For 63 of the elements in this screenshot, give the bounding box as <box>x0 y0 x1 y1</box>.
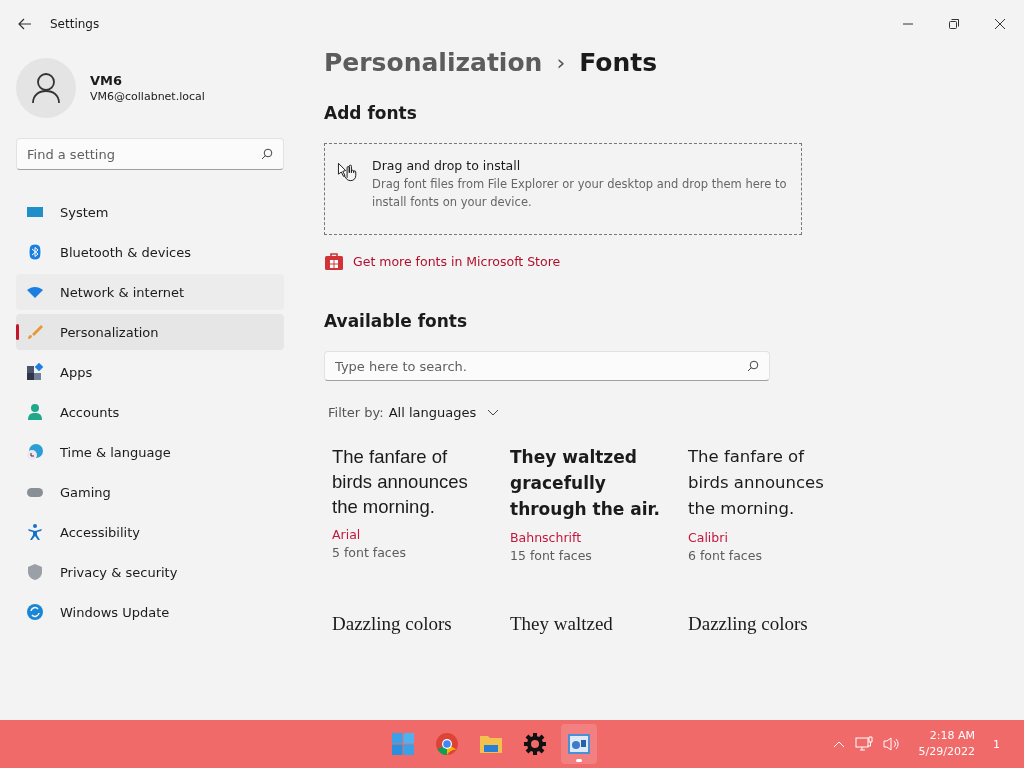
font-preview: They waltzed <box>510 612 614 636</box>
font-face-count: 15 font faces <box>510 548 593 563</box>
volume-icon[interactable] <box>882 736 901 752</box>
font-name[interactable]: Calibri <box>688 530 858 545</box>
nav-item[interactable]: Windows Update <box>16 594 284 630</box>
store-bag-icon <box>324 251 344 271</box>
nav-item[interactable]: Personalization <box>16 314 284 350</box>
nav-item[interactable]: System <box>16 194 284 230</box>
apps-icon <box>26 363 44 381</box>
search-box[interactable]: Find a setting <box>16 138 284 170</box>
font-preview: They waltzed gracefully through the air. <box>510 446 660 521</box>
font-preview: Dazzling colors <box>688 612 809 636</box>
user-name: VM6 <box>90 73 124 88</box>
breadcrumb-link[interactable]: Personalization <box>324 48 543 77</box>
nav-item[interactable]: Privacy & security <box>16 554 284 590</box>
taskbar-app[interactable] <box>561 724 598 764</box>
maximize-icon[interactable] <box>948 18 960 30</box>
shield-icon <box>26 563 44 581</box>
gear-icon <box>523 732 548 756</box>
search-icon <box>747 360 759 372</box>
person-icon <box>26 403 44 421</box>
drop-description: Drag font files from File Explorer or your desktop and drop them here to install fonts on your device. <box>372 176 788 211</box>
user-email: VM6@collabnet.local <box>90 90 205 103</box>
globe-icon <box>26 443 44 461</box>
running-indicator <box>576 759 583 762</box>
browser-icon <box>435 732 460 756</box>
drop-title: Drag and drop to install <box>372 158 522 173</box>
font-name[interactable]: Arial <box>332 527 502 542</box>
search-field[interactable]: Find a setting <box>27 139 261 169</box>
search-icon <box>261 148 273 160</box>
nav-item[interactable]: Gaming <box>16 474 284 510</box>
nav-item[interactable]: Network & internet <box>16 274 284 310</box>
drop-zone[interactable]: Drag and drop to install Drag font files from File Explorer or your desktop and drop them here to install fonts on your device. <box>324 143 802 235</box>
nav-item[interactable]: Accounts <box>16 394 284 430</box>
font-preview: The fanfare of birds announces the morning. <box>688 446 825 520</box>
filter-label: Filter by: <box>328 405 384 420</box>
breadcrumb-separator: › <box>556 50 566 75</box>
window-title: Settings <box>50 17 100 31</box>
font-preview: Dazzling colors <box>332 612 453 636</box>
font-name[interactable]: Bahnschrift <box>510 530 680 545</box>
close-icon[interactable] <box>994 18 1006 30</box>
nav-item[interactable]: Bluetooth & devices <box>16 234 284 270</box>
accessibility-icon <box>26 523 44 541</box>
page-title: Fonts <box>579 48 658 77</box>
language-filter-dropdown[interactable]: All languages <box>388 405 477 420</box>
presentation-icon <box>567 732 592 756</box>
section-heading: Add fonts <box>324 103 418 123</box>
nav-item[interactable]: Time & language <box>16 434 284 470</box>
chevron-down-icon <box>487 408 500 417</box>
font-preview: The fanfare of birds announces the morning. <box>332 445 469 519</box>
nav-item[interactable]: Accessibility <box>16 514 284 550</box>
font-face-count: 5 font faces <box>332 545 407 560</box>
chevron-up-icon[interactable] <box>832 740 845 748</box>
brush-icon <box>26 323 44 341</box>
update-icon <box>26 603 44 621</box>
bluetooth-icon <box>26 243 44 261</box>
section-heading: Available fonts <box>324 311 469 331</box>
nav-item[interactable]: Apps <box>16 354 284 390</box>
font-face-count: 6 font faces <box>688 548 763 563</box>
store-link[interactable]: Get more fonts in Microsoft Store <box>353 253 561 269</box>
back-icon[interactable] <box>18 18 32 30</box>
windows-logo-icon <box>391 732 416 756</box>
network-icon[interactable] <box>854 736 873 752</box>
